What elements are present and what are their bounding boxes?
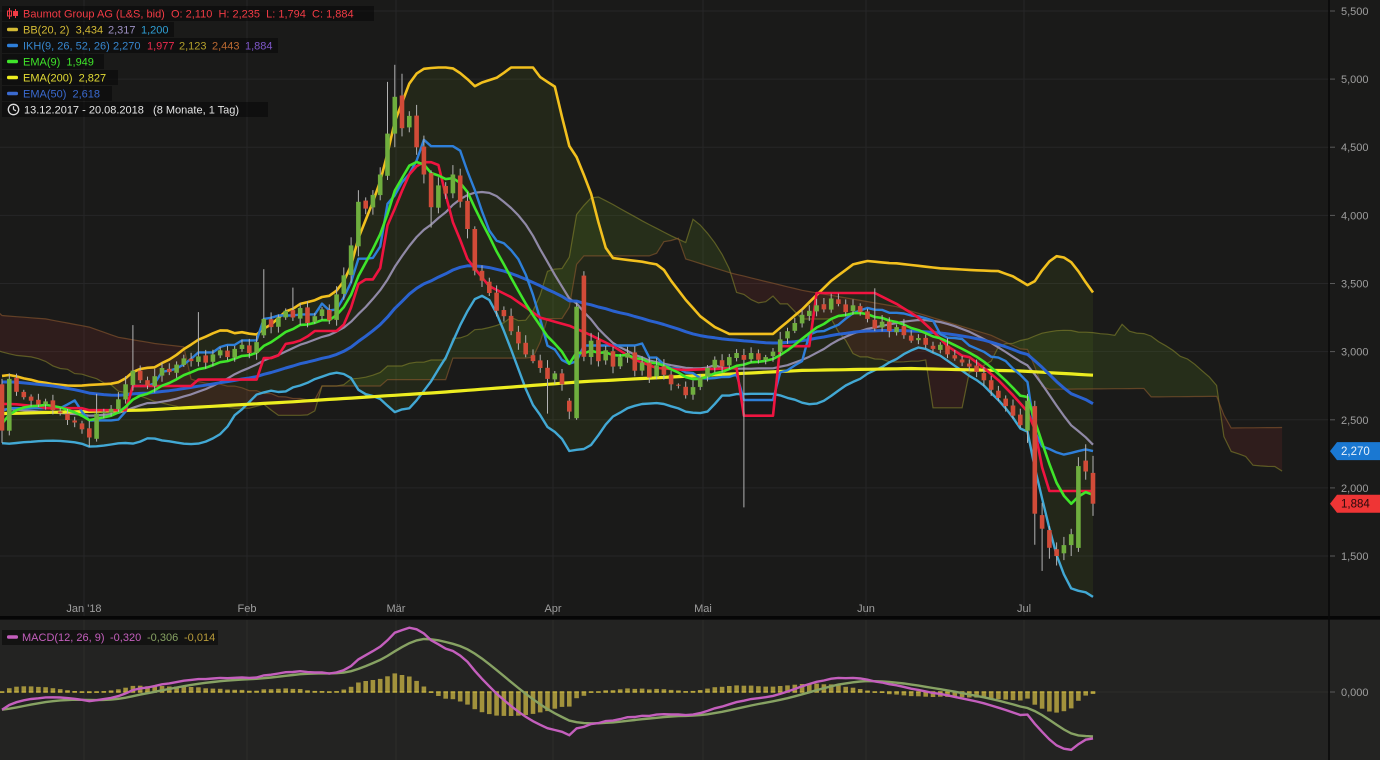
svg-text:3,500: 3,500 — [1341, 279, 1369, 291]
svg-text:EMA(9) 1,949: EMA(9) 1,949 — [23, 57, 94, 69]
svg-text:5,500: 5,500 — [1341, 6, 1369, 18]
svg-text:Jan '18: Jan '18 — [66, 603, 101, 615]
svg-text:1,977: 1,977 — [147, 41, 175, 53]
svg-text:0,000: 0,000 — [1341, 687, 1369, 699]
svg-text:4,500: 4,500 — [1341, 142, 1369, 154]
svg-text:Jun: Jun — [857, 603, 875, 615]
svg-text:4,000: 4,000 — [1341, 210, 1369, 222]
svg-text:EMA(200) 2,827: EMA(200) 2,827 — [23, 73, 106, 85]
svg-text:-0,320: -0,320 — [110, 632, 141, 644]
svg-text:2,317: 2,317 — [108, 25, 136, 37]
svg-text:EMA(50) 2,618: EMA(50) 2,618 — [23, 89, 100, 101]
svg-text:3,000: 3,000 — [1341, 347, 1369, 359]
svg-text:2,270: 2,270 — [113, 41, 141, 53]
svg-text:-0,306: -0,306 — [147, 632, 178, 644]
svg-text:Baumot Group AG (L&S, bid) O:: Baumot Group AG (L&S, bid) O: 2,110 H: 2… — [23, 9, 354, 21]
svg-text:Mai: Mai — [694, 603, 712, 615]
svg-text:2,443: 2,443 — [212, 41, 240, 53]
svg-text:2,500: 2,500 — [1341, 415, 1369, 427]
svg-text:Apr: Apr — [544, 603, 561, 615]
svg-text:Feb: Feb — [238, 603, 257, 615]
svg-text:2,270: 2,270 — [1341, 446, 1370, 458]
svg-text:BB(20, 2) 3,434: BB(20, 2) 3,434 — [23, 25, 103, 37]
svg-text:-0,014: -0,014 — [184, 632, 215, 644]
svg-text:Jul: Jul — [1017, 603, 1031, 615]
svg-text:MACD(12, 26, 9): MACD(12, 26, 9) — [22, 632, 105, 644]
svg-text:1,200: 1,200 — [141, 25, 169, 37]
svg-text:13.12.2017 - 20.08.2018 (8 M: 13.12.2017 - 20.08.2018 (8 Monate, 1 Tag… — [24, 105, 239, 117]
svg-text:5,000: 5,000 — [1341, 74, 1369, 86]
svg-text:1,884: 1,884 — [1341, 499, 1370, 511]
svg-text:1,500: 1,500 — [1341, 551, 1369, 563]
svg-text:1,884: 1,884 — [245, 41, 273, 53]
svg-text:Mär: Mär — [387, 603, 406, 615]
svg-text:2,123: 2,123 — [179, 41, 207, 53]
svg-text:2,000: 2,000 — [1341, 483, 1369, 495]
svg-text:IKH(9, 26, 52, 26): IKH(9, 26, 52, 26) — [23, 41, 110, 53]
